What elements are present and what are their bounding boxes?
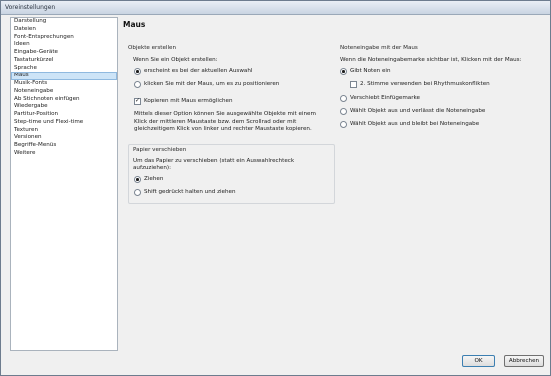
second-voice-label[interactable]: 2. Stimme verwenden bei Rhythmuskonflikt… <box>360 81 490 87</box>
sidebar-item[interactable]: Versionen <box>11 134 117 142</box>
sidebar-item[interactable]: Eingabe-Geräte <box>11 49 117 57</box>
objects-prompt: Wenn Sie ein Objekt erstellen: <box>133 57 218 63</box>
copy-with-mouse-checkbox[interactable] <box>134 97 141 105</box>
note-radio-select-and-exit[interactable] <box>340 108 347 115</box>
paper-radio-drag[interactable] <box>134 176 141 183</box>
objects-group-title: Objekte erstellen <box>128 45 176 51</box>
copy-description-line: Klick der mittleren Maustaste bzw. dem S… <box>134 118 297 125</box>
ok-button[interactable]: OK <box>462 355 495 367</box>
cancel-button[interactable]: Abbrechen <box>504 355 544 367</box>
sidebar-item[interactable]: Maus <box>11 72 117 80</box>
paper-group-title: Papier verschieben <box>133 147 187 153</box>
category-list[interactable]: Darstellung Dateien Font-Entsprechungen Ide… <box>10 17 118 351</box>
paper-radio-shift-drag[interactable] <box>134 189 141 196</box>
copy-description: Mittels dieser Option können Sie ausgewä… <box>134 111 316 134</box>
sidebar-item[interactable]: Begriffe-Menüs <box>11 142 117 150</box>
sidebar-item[interactable]: Ideen <box>11 41 117 49</box>
note-option-enter-notes-label[interactable]: Gibt Noten ein <box>350 68 391 74</box>
second-voice-checkbox[interactable] <box>350 81 357 88</box>
note-input-group-title: Noteneingabe mit der Maus <box>340 45 418 51</box>
sidebar-item[interactable]: Noteneingabe <box>11 88 117 96</box>
paper-prompt-line2: aufzuziehen): <box>133 165 171 171</box>
copy-with-mouse-label[interactable]: Kopieren mit Maus ermöglichen <box>144 98 233 104</box>
copy-description-line: Mittels dieser Option können Sie ausgewä… <box>134 111 316 117</box>
paper-prompt-line1: Um das Papier zu verschieben (statt ein … <box>133 158 295 164</box>
sidebar-item[interactable]: Weitere <box>11 150 117 158</box>
objects-option-click-to-place-label[interactable]: klicken Sie mit der Maus, um es zu posit… <box>144 81 279 87</box>
note-input-prompt: Wenn die Noteneingabemarke sichtbar ist,… <box>340 57 522 63</box>
note-option-select-and-exit-label[interactable]: Wählt Objekt aus und verlässt die Notene… <box>350 108 485 114</box>
sidebar-item[interactable]: Font-Entsprechungen <box>11 34 117 42</box>
sidebar-item[interactable]: Partitur-Position <box>11 111 117 119</box>
objects-radio-click-to-place[interactable] <box>134 81 141 88</box>
window-title: Voreinstellungen <box>5 4 56 11</box>
paper-option-drag-label[interactable]: Ziehen <box>144 176 163 182</box>
preferences-dialog: Voreinstellungen Darstellung Dateien Font-… <box>0 0 551 376</box>
objects-option-current-selection-label[interactable]: erscheint es bei der aktuellen Auswahl <box>144 68 252 74</box>
paper-option-shift-drag-label[interactable]: Shift gedrückt halten und ziehen <box>144 189 236 195</box>
copy-description-line: gleichzeitigem Klick von linker und rech… <box>134 126 312 133</box>
sidebar-item[interactable]: Dateien <box>11 26 117 34</box>
sidebar-item[interactable]: Step-time und Flexi-time <box>11 119 117 127</box>
note-radio-move-caret[interactable] <box>340 95 347 102</box>
objects-radio-current-selection[interactable] <box>134 68 141 75</box>
sidebar-item[interactable]: Darstellung <box>11 18 117 26</box>
sidebar-item[interactable]: Musik-Fonts <box>11 80 117 88</box>
note-option-select-and-stay-label[interactable]: Wählt Objekt aus und bleibt bei Notenein… <box>350 121 479 127</box>
sidebar-item[interactable]: Sprache <box>11 65 117 73</box>
note-radio-select-and-stay[interactable] <box>340 121 347 128</box>
page-title: Maus <box>123 20 146 29</box>
title-bar[interactable]: Voreinstellungen <box>1 1 550 15</box>
sidebar-item[interactable]: Wiedergabe <box>11 103 117 111</box>
sidebar-item[interactable]: Ab Stichnoten einfügen <box>11 96 117 104</box>
note-option-move-caret-label[interactable]: Verschiebt Einfügemarke <box>350 95 420 101</box>
paper-move-group <box>128 144 335 204</box>
sidebar-item[interactable]: Texturen <box>11 127 117 135</box>
note-radio-enter-notes[interactable] <box>340 68 347 75</box>
sidebar-item[interactable]: Tastaturkürzel <box>11 57 117 65</box>
